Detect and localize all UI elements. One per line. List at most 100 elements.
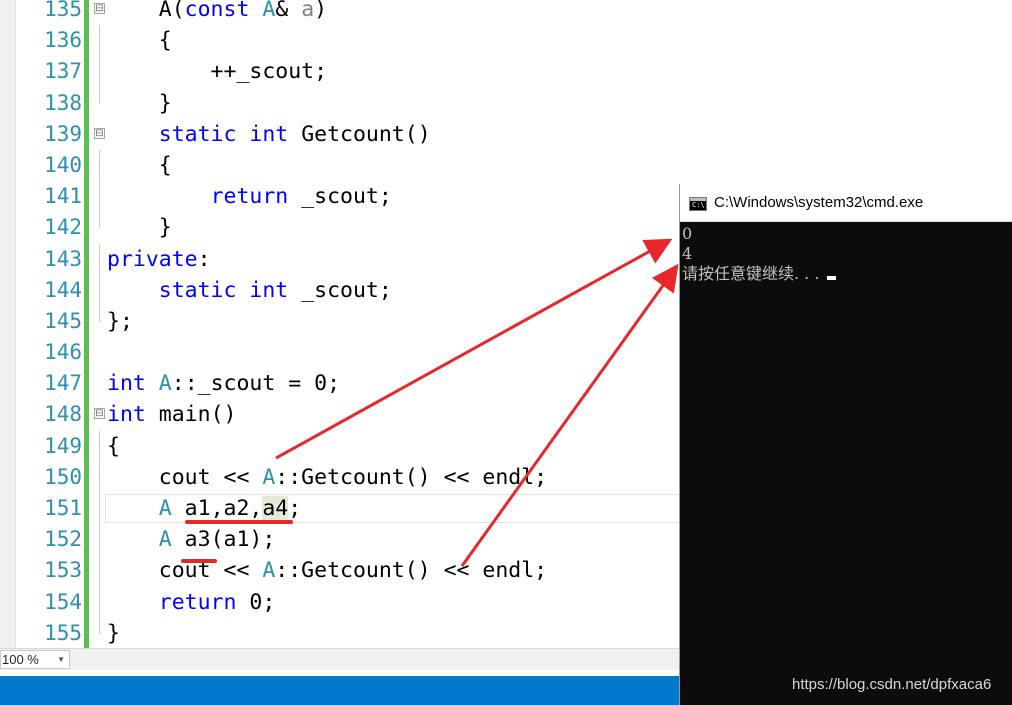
code-text: return _scout;: [107, 181, 392, 212]
code-token: a1,a2,: [171, 496, 263, 521]
code-token: Getcount(): [288, 121, 431, 147]
code-text: }: [107, 618, 120, 648]
code-text: {: [107, 431, 120, 462]
code-text: {: [107, 25, 172, 56]
zoom-select[interactable]: 100 % ▼: [0, 650, 70, 669]
type-token: A: [262, 464, 276, 490]
outline-guide: [99, 493, 100, 525]
code-text: static int Getcount(): [107, 119, 431, 150]
console-app-icon: C:\: [689, 197, 707, 211]
console-output[interactable]: 0 4 请按任意键继续. . .: [682, 224, 1012, 284]
collapse-icon[interactable]: ⊟: [94, 3, 105, 14]
code-text: static int _scout;: [107, 275, 392, 306]
line-number: 145: [44, 308, 82, 333]
outline-guide: [99, 305, 100, 322]
keyword-token: int: [107, 371, 146, 397]
keyword-token: static: [158, 121, 237, 147]
code-text: }: [107, 88, 172, 119]
keyword-token: private: [107, 246, 198, 272]
type-token: A: [158, 371, 172, 397]
console-title: C:\Windows\system32\cmd.exe: [714, 194, 924, 211]
chevron-down-icon: ▼: [57, 655, 65, 664]
collapse-icon[interactable]: ⊟: [94, 408, 105, 420]
line-number: 139: [44, 121, 82, 146]
line-number: 152: [44, 527, 82, 552]
outline-guide: [99, 524, 100, 556]
outline-guide: [99, 461, 100, 493]
keyword-token: int: [249, 121, 289, 147]
code-token: 0;: [236, 589, 276, 615]
outline-guide: [99, 56, 100, 88]
code-line[interactable]: 140 {: [16, 149, 1012, 182]
code-token: ::_scout = 0;: [171, 371, 341, 397]
code-line[interactable]: 138 }: [16, 87, 1012, 119]
outline-guide: [99, 430, 100, 462]
code-token: a3(a1);: [171, 527, 276, 553]
code-token: ++_scout;: [107, 59, 328, 85]
console-line-2: 4: [682, 244, 693, 263]
type-token: A: [158, 527, 172, 553]
change-tracking-bar: [84, 0, 89, 648]
line-number: 154: [44, 589, 82, 614]
line-number: 150: [44, 464, 82, 489]
code-line[interactable]: 137 ++_scout;: [16, 56, 1012, 88]
keyword-token: return: [158, 589, 237, 615]
outline-guide: [99, 212, 100, 229]
keyword-token: const: [184, 0, 250, 22]
console-icon-text: C:\: [692, 201, 705, 209]
console-window[interactable]: C:\ C:\Windows\system32\cmd.exe 0 4 请按任意…: [679, 184, 1012, 705]
code-token: :: [197, 246, 211, 272]
code-token: a: [301, 0, 315, 22]
editor-zoom-bar: 100 % ▼: [0, 648, 680, 670]
code-line[interactable]: 136 {: [16, 25, 1012, 57]
code-token: }: [107, 620, 120, 646]
code-text: ++_scout;: [107, 56, 328, 87]
code-text: private:: [107, 244, 211, 275]
line-number: 144: [44, 277, 82, 302]
code-token: {: [107, 152, 172, 178]
line-number: 143: [44, 246, 82, 271]
type-token: A: [262, 0, 276, 22]
code-text: A a3(a1);: [107, 524, 276, 555]
line-number: 140: [44, 152, 82, 177]
console-prompt-text: 请按任意键继续. . .: [682, 264, 825, 283]
annotation-underline-a1-a2-a4: [185, 520, 293, 524]
line-number: 147: [44, 371, 82, 396]
line-number: 146: [44, 340, 82, 365]
console-title-bar[interactable]: C:\ C:\Windows\system32\cmd.exe: [680, 184, 1012, 222]
line-number: 151: [44, 496, 82, 520]
code-text: int A::_scout = 0;: [107, 368, 340, 399]
line-number: 142: [44, 215, 82, 240]
zoom-value: 100 %: [2, 652, 39, 667]
code-text: int main(): [107, 399, 236, 430]
collapse-icon[interactable]: ⊟: [94, 127, 105, 139]
annotation-underline-a3: [181, 559, 217, 563]
code-text: cout << A::Getcount() << endl;: [107, 462, 547, 493]
keyword-token: static: [158, 277, 237, 303]
outline-guide: [99, 586, 100, 618]
code-token: };: [107, 308, 133, 334]
type-token: A: [262, 558, 276, 584]
line-number: 155: [44, 620, 82, 645]
highlighted-token: a4: [262, 496, 289, 521]
keyword-token: int: [249, 277, 289, 303]
line-number: 137: [44, 59, 82, 84]
outline-guide: [99, 617, 100, 634]
outline-guide: [99, 274, 100, 306]
code-token: _scout;: [288, 277, 392, 303]
code-text: };: [107, 306, 133, 337]
code-line[interactable]: 139 ⊟ static int Getcount(): [16, 119, 1012, 150]
line-number: 141: [44, 184, 82, 209]
code-text: {: [107, 150, 172, 181]
keyword-token: int: [107, 402, 146, 428]
code-token: cout <<: [107, 464, 263, 490]
code-line[interactable]: 135 ⊟ A(const A& a): [16, 0, 1012, 25]
console-line-1: 0: [682, 224, 693, 243]
line-number: 148: [44, 402, 82, 427]
line-number: 138: [44, 90, 82, 115]
